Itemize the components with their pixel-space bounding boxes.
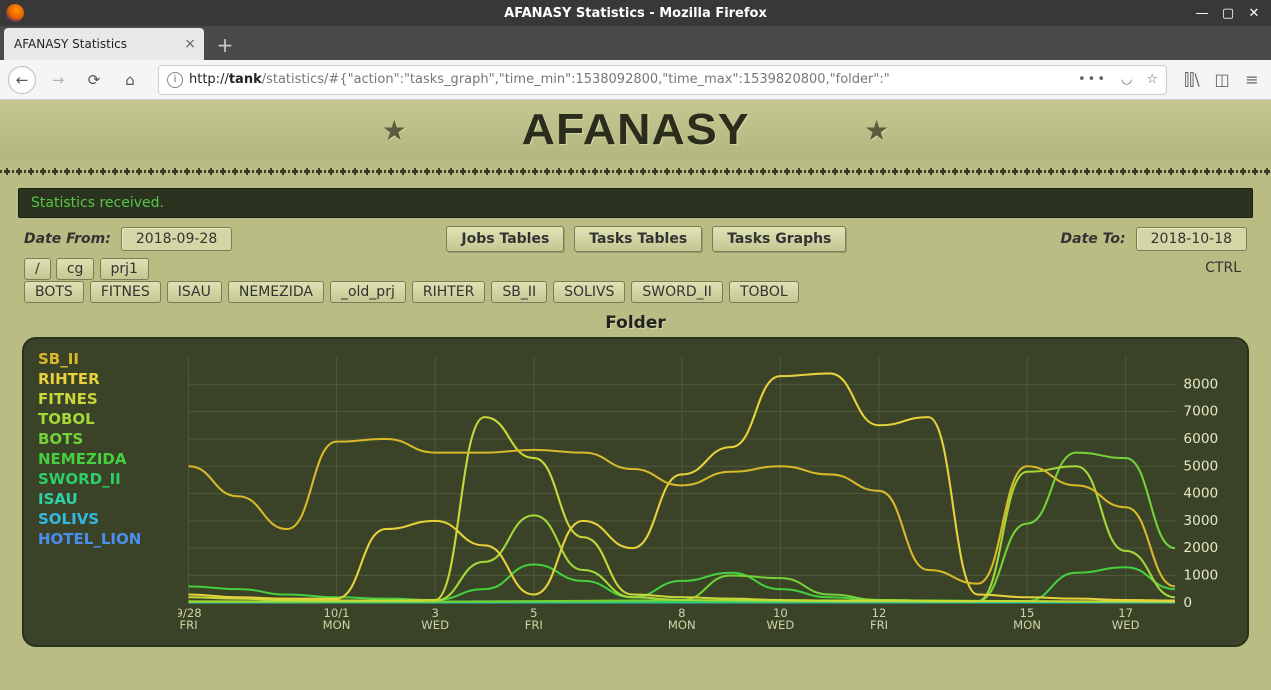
legend-tobol[interactable]: TOBOL	[38, 409, 178, 429]
url-bar[interactable]: i http://tank/statistics/#{"action":"tas…	[158, 65, 1167, 95]
legend-hotel_lion[interactable]: HOTEL_LION	[38, 529, 178, 549]
browser-tab[interactable]: AFANASY Statistics ×	[4, 28, 204, 60]
new-tab-button[interactable]: +	[210, 30, 240, 60]
bookmark-star-icon[interactable]: ☆	[1146, 72, 1158, 87]
svg-text:3000: 3000	[1183, 514, 1218, 529]
afanasy-logo: AFANASY	[521, 105, 749, 155]
svg-text:7000: 7000	[1183, 405, 1218, 420]
date-from-label: Date From:	[24, 231, 111, 247]
folder-filter-isau[interactable]: ISAU	[167, 281, 222, 303]
folder-filter-sword_ii[interactable]: SWORD_II	[631, 281, 723, 303]
legend-bots[interactable]: BOTS	[38, 429, 178, 449]
maximize-button[interactable]: ▢	[1215, 0, 1241, 26]
page-content: ★ AFANASY ★ Statistics received. Date Fr…	[0, 100, 1271, 690]
library-icon[interactable]: ⫿⫿\	[1181, 70, 1203, 90]
back-button[interactable]: ←	[8, 66, 36, 94]
legend-solivs[interactable]: SOLIVS	[38, 509, 178, 529]
date-to-label: Date To:	[1061, 231, 1126, 247]
svg-text:8000: 8000	[1183, 378, 1218, 393]
reload-button[interactable]: ⟳	[80, 66, 108, 94]
folder-filter-tobol[interactable]: TOBOL	[729, 281, 799, 303]
divider-barbed-wire	[0, 164, 1271, 180]
site-info-icon[interactable]: i	[167, 72, 183, 88]
folder-filter-bots[interactable]: BOTS	[24, 281, 84, 303]
folder-filter-_old_prj[interactable]: _old_prj	[330, 281, 406, 303]
minimize-button[interactable]: —	[1189, 0, 1215, 26]
star-left-icon: ★	[382, 114, 407, 147]
window-title: AFANASY Statistics - Mozilla Firefox	[504, 6, 767, 21]
chart-svg: 0100020003000400050006000700080009/28FRI…	[178, 349, 1233, 641]
legend-isau[interactable]: ISAU	[38, 489, 178, 509]
svg-text:6000: 6000	[1183, 432, 1218, 447]
svg-text:2000: 2000	[1183, 541, 1218, 556]
tasks-graphs-button[interactable]: Tasks Graphs	[712, 226, 846, 252]
tasks-tables-button[interactable]: Tasks Tables	[574, 226, 702, 252]
chart-box: SB_IIRIHTERFITNESTOBOLBOTSNEMEZIDASWORD_…	[22, 337, 1249, 647]
legend-sword_ii[interactable]: SWORD_II	[38, 469, 178, 489]
breadcrumb-root[interactable]: /	[24, 258, 51, 280]
svg-text:0: 0	[1183, 596, 1192, 611]
chart-legend: SB_IIRIHTERFITNESTOBOLBOTSNEMEZIDASWORD_…	[38, 349, 178, 641]
folder-filter-row: BOTS FITNES ISAU NEMEZIDA _old_prj RIHTERSB_I…	[24, 281, 1247, 303]
jobs-tables-button[interactable]: Jobs Tables	[446, 226, 564, 252]
svg-text:WED: WED	[1112, 618, 1140, 632]
sidebar-icon[interactable]: ◫	[1211, 70, 1233, 89]
breadcrumb-prj1[interactable]: prj1	[100, 258, 149, 280]
page-actions-icon[interactable]: •••	[1078, 72, 1107, 87]
legend-nemezida[interactable]: NEMEZIDA	[38, 449, 178, 469]
pocket-icon[interactable]: ◡	[1121, 72, 1132, 87]
firefox-icon	[6, 4, 24, 22]
breadcrumb-row: / cg prj1 CTRL	[24, 258, 1247, 277]
ctrl-hint: CTRL	[1205, 260, 1247, 276]
date-to-value[interactable]: 2018-10-18	[1136, 227, 1247, 251]
legend-fitnes[interactable]: FITNES	[38, 389, 178, 409]
svg-text:WED: WED	[767, 618, 795, 632]
svg-text:FRI: FRI	[870, 618, 888, 632]
folder-filter-fitnes[interactable]: FITNES	[90, 281, 161, 303]
breadcrumb-cg[interactable]: cg	[56, 258, 95, 280]
svg-text:4000: 4000	[1183, 487, 1218, 502]
date-from-value[interactable]: 2018-09-28	[121, 227, 232, 251]
close-tab-icon[interactable]: ×	[184, 36, 196, 52]
legend-sb_ii[interactable]: SB_II	[38, 349, 178, 369]
chart-plot-area: 0100020003000400050006000700080009/28FRI…	[178, 349, 1233, 641]
svg-text:5000: 5000	[1183, 460, 1218, 475]
svg-text:FRI: FRI	[179, 618, 197, 632]
svg-text:MON: MON	[668, 618, 696, 632]
legend-rihter[interactable]: RIHTER	[38, 369, 178, 389]
tab-strip: AFANASY Statistics × +	[0, 26, 1271, 60]
folder-filter-solivs[interactable]: SOLIVS	[553, 281, 625, 303]
nav-toolbar: ← → ⟳ ⌂ i http://tank/statistics/#{"acti…	[0, 60, 1271, 100]
svg-text:MON: MON	[323, 618, 351, 632]
url-path: /statistics/#{"action":"tasks_graph","ti…	[262, 72, 890, 87]
folder-filter-nemezida[interactable]: NEMEZIDA	[228, 281, 324, 303]
home-button[interactable]: ⌂	[116, 66, 144, 94]
page-header: ★ AFANASY ★	[0, 100, 1271, 160]
svg-text:WED: WED	[421, 618, 449, 632]
status-message: Statistics received.	[18, 188, 1253, 218]
window-titlebar: AFANASY Statistics - Mozilla Firefox — ▢…	[0, 0, 1271, 26]
tab-title: AFANASY Statistics	[14, 37, 127, 51]
menu-icon[interactable]: ≡	[1241, 70, 1263, 89]
folder-filter-rihter[interactable]: RIHTER	[412, 281, 486, 303]
svg-text:MON: MON	[1013, 618, 1041, 632]
url-host: tank	[229, 72, 262, 87]
date-nav-row: Date From: 2018-09-28 Jobs Tables Tasks …	[24, 226, 1247, 252]
close-window-button[interactable]: ✕	[1241, 0, 1267, 26]
star-right-icon: ★	[864, 114, 889, 147]
svg-text:FRI: FRI	[525, 618, 543, 632]
folder-filter-sb_ii[interactable]: SB_II	[491, 281, 547, 303]
forward-button: →	[44, 66, 72, 94]
section-title: Folder	[0, 313, 1271, 333]
svg-text:1000: 1000	[1183, 569, 1218, 584]
